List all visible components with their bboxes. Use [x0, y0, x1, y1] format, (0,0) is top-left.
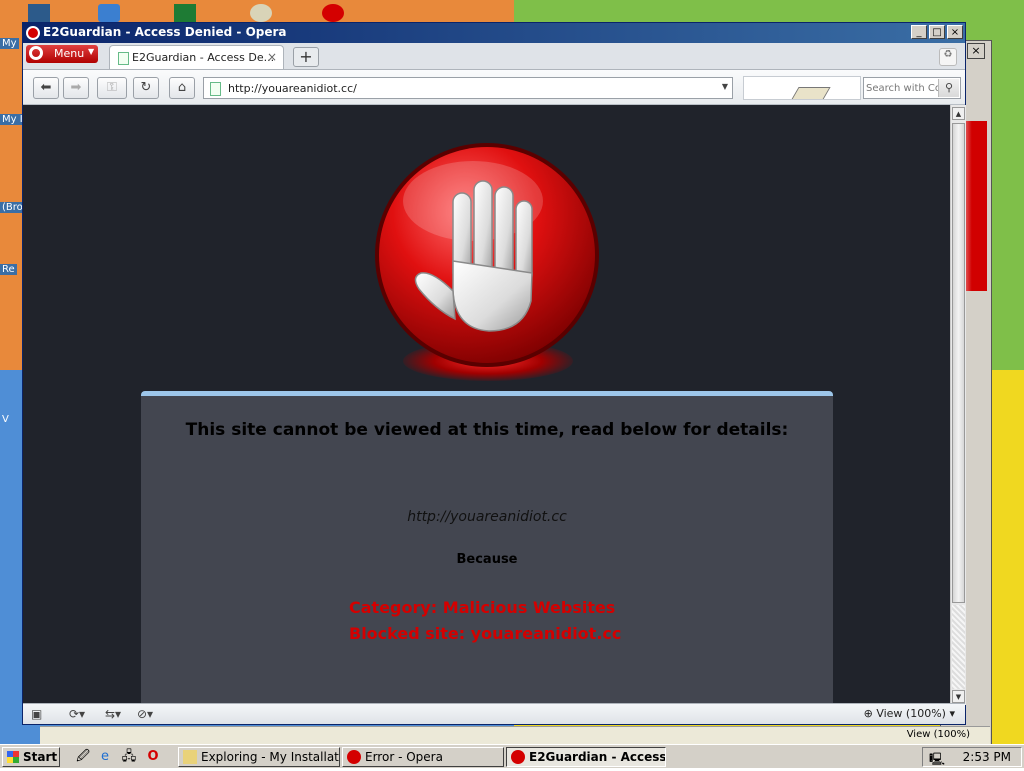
- internet-explorer-icon[interactable]: e: [96, 748, 114, 766]
- system-tray: 🖳 2:53 PM: [922, 747, 1022, 767]
- new-tab-button[interactable]: +: [293, 47, 319, 67]
- task-label: Error - Opera: [365, 750, 443, 764]
- scroll-track[interactable]: [952, 605, 965, 689]
- task-label: E2Guardian - Access...: [529, 750, 666, 764]
- wand-button[interactable]: ⚿: [97, 77, 127, 99]
- status-bar: ▣ ⟳▾ ⇆▾ ⊘▾ ⊕ View (100%) ▾: [23, 703, 965, 724]
- zoom-icon: ⊕: [863, 707, 877, 720]
- navigation-toolbar: ⬅ ➡ ⚿ ↻ ⌂ http://youareanidiot.cc/ ▼ ⚲: [23, 70, 965, 105]
- desktop-label[interactable]: My I: [0, 114, 25, 125]
- reload-icon: ↻: [140, 80, 152, 95]
- opera-o-icon: [29, 46, 43, 60]
- browser-window: E2Guardian - Access Denied - Opera _ □ ×…: [22, 22, 966, 725]
- title-bar[interactable]: E2Guardian - Access Denied - Opera _ □ ×: [23, 23, 965, 43]
- opera-icon: [511, 750, 525, 764]
- key-icon: ⚿: [107, 80, 117, 95]
- tab-close-icon[interactable]: ×: [267, 50, 277, 64]
- start-label: Start: [23, 750, 58, 764]
- stop-hand-icon: [375, 143, 599, 367]
- denied-panel: This site cannot be viewed at this time,…: [141, 391, 833, 705]
- home-button[interactable]: ⌂: [169, 77, 195, 99]
- blocked-url: http://youareanidiot.cc: [407, 509, 567, 525]
- vertical-scrollbar[interactable]: ▲ ▼: [950, 105, 966, 705]
- tab-strip: Menu ▼ E2Guardian - Access De... × + ♻: [23, 43, 965, 70]
- menu-label: Menu: [54, 47, 85, 60]
- tab-e2guardian[interactable]: E2Guardian - Access De... ×: [109, 45, 284, 69]
- page-icon: [210, 82, 221, 96]
- because-label: Because: [456, 552, 518, 567]
- desktop-computer-icon[interactable]: [28, 4, 50, 22]
- sync-icon[interactable]: ⟳▾: [69, 707, 85, 721]
- background-zoom-label[interactable]: View (100%): [907, 729, 970, 740]
- share-icon[interactable]: ⇆▾: [105, 707, 121, 721]
- opera-logo-icon: [26, 26, 40, 40]
- background-close-button[interactable]: ×: [967, 43, 985, 59]
- clock[interactable]: 2:53 PM: [963, 750, 1011, 764]
- category-reason: Category: Malicious Websites: [349, 598, 616, 617]
- desktop-mail-icon[interactable]: [98, 4, 120, 22]
- panel-graphic: [789, 87, 831, 99]
- minimize-button[interactable]: _: [911, 25, 927, 39]
- tab-label: E2Guardian - Access De...: [132, 51, 275, 64]
- task-e2guardian[interactable]: E2Guardian - Access...: [506, 747, 666, 767]
- home-icon: ⌂: [177, 80, 187, 95]
- opera-quicklaunch-icon[interactable]: O: [144, 748, 162, 766]
- zoom-label[interactable]: ⊕ View (100%) ▾: [864, 707, 955, 720]
- opera-menu-button[interactable]: Menu ▼: [26, 45, 98, 63]
- search-input[interactable]: [866, 80, 938, 96]
- search-icon[interactable]: ⚲: [938, 79, 959, 97]
- background-status-bar: View (100%): [40, 726, 990, 745]
- task-exploring[interactable]: Exploring - My Installati...: [178, 747, 340, 767]
- zoom-value: View (100%): [876, 707, 946, 720]
- close-button[interactable]: ×: [947, 25, 963, 39]
- start-button[interactable]: Start: [2, 747, 60, 767]
- panel-toggle-icon[interactable]: ▣: [31, 707, 42, 721]
- folder-icon: [183, 750, 197, 764]
- desktop-label[interactable]: Re: [0, 264, 17, 275]
- reload-button[interactable]: ↻: [133, 77, 159, 99]
- arrow-left-icon: ⬅: [40, 80, 52, 95]
- page-content: This site cannot be viewed at this time,…: [23, 105, 950, 705]
- windows-logo-icon: [7, 751, 19, 763]
- toolbar-panel: [743, 76, 861, 100]
- denied-headline: This site cannot be viewed at this time,…: [185, 420, 789, 440]
- desktop-label[interactable]: My: [0, 38, 19, 49]
- address-url[interactable]: http://youareanidiot.cc/: [228, 82, 357, 95]
- blocked-site-reason: Blocked site: youareanidiot.cc: [349, 624, 622, 643]
- turbo-icon[interactable]: ⊘▾: [137, 707, 153, 721]
- scroll-thumb[interactable]: [952, 123, 965, 603]
- desktop-excel-icon[interactable]: [174, 4, 196, 22]
- taskbar: Start 🖉 e 🖧 O Exploring - My Installati.…: [0, 744, 1024, 768]
- window-title: E2Guardian - Access Denied - Opera: [43, 25, 287, 39]
- back-button[interactable]: ⬅: [33, 77, 59, 99]
- desktop-label[interactable]: V: [0, 414, 11, 425]
- task-label: Exploring - My Installati...: [201, 750, 340, 764]
- page-icon: [118, 52, 129, 65]
- search-box[interactable]: ⚲: [863, 77, 961, 99]
- trash-icon[interactable]: ♻: [939, 48, 957, 66]
- scroll-up-icon[interactable]: ▲: [952, 107, 965, 120]
- address-bar[interactable]: http://youareanidiot.cc/ ▼: [203, 77, 733, 99]
- scroll-down-icon[interactable]: ▼: [952, 690, 965, 703]
- task-error-opera[interactable]: Error - Opera: [342, 747, 504, 767]
- arrow-right-icon: ➡: [70, 80, 82, 95]
- chevron-down-icon[interactable]: ▼: [722, 82, 728, 91]
- opera-icon: [347, 750, 361, 764]
- network-icon[interactable]: 🖧: [120, 748, 138, 766]
- desktop-clock-icon[interactable]: [250, 4, 272, 22]
- desktop-opera-icon[interactable]: [322, 4, 344, 22]
- maximize-button[interactable]: □: [929, 25, 945, 39]
- chevron-down-icon: ▼: [88, 47, 95, 56]
- forward-button[interactable]: ➡: [63, 77, 89, 99]
- show-desktop-icon[interactable]: 🖉: [74, 748, 92, 766]
